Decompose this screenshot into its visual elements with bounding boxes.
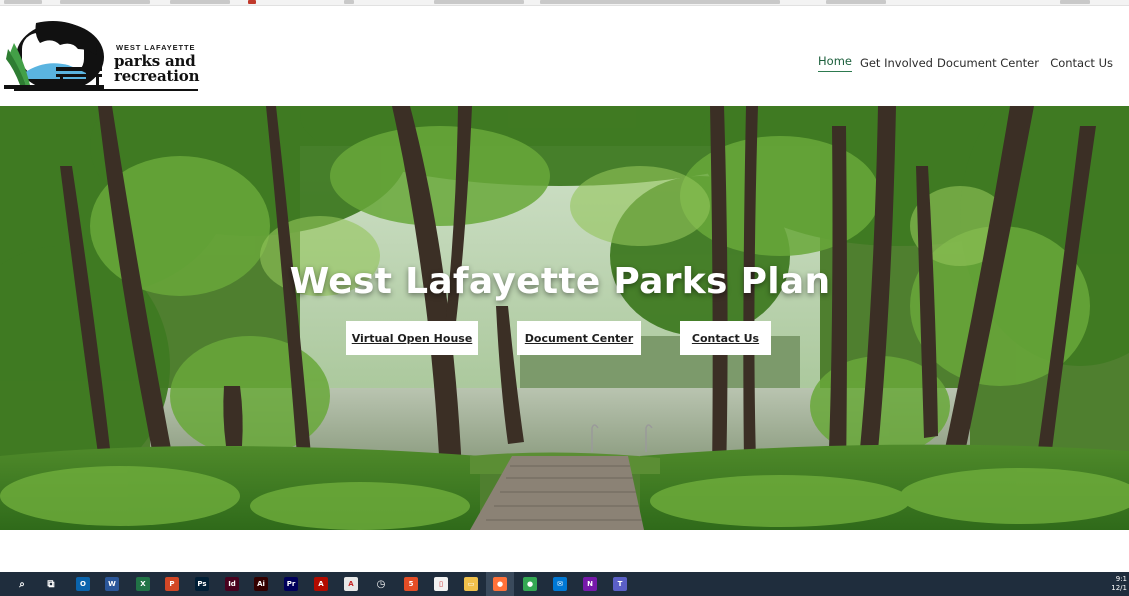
windows-taskbar: ⌕ ⧉ O W X P Ps Id Ai Pr A A ◷ 5 ▯ ▭ ● ● ✉ N T 9:1 12/1 [0,572,1129,596]
tab-strip-mark [540,0,780,4]
logo-text-line-2: recreation [114,67,200,85]
powerpoint-icon[interactable]: P [165,577,179,591]
file-explorer-icon[interactable]: ▭ [464,577,478,591]
acrobat-reader-icon[interactable]: A [344,577,358,591]
tab-strip-mark [826,0,886,4]
nav-item-contact-us[interactable]: Contact Us [1050,56,1113,70]
excel-icon[interactable]: X [136,577,150,591]
search-icon[interactable]: ⌕ [15,577,29,591]
taskbar-clock[interactable]: 9:1 12/1 [1111,575,1127,593]
logo-underline [14,89,198,91]
notepad-icon[interactable]: ▯ [434,577,448,591]
illustrator-icon[interactable]: Ai [254,577,268,591]
tab-strip-mark [60,0,150,4]
tab-strip-mark [344,0,354,4]
tab-strip-mark [170,0,230,4]
chrome-icon[interactable]: ● [523,577,537,591]
nav-item-get-involved[interactable]: Get Involved [860,56,933,70]
logo-tree-bench-icon [4,21,104,91]
mail-icon[interactable]: ✉ [553,577,567,591]
hero-banner: West Lafayette Parks Plan Virtual Open H… [0,106,1129,530]
site-header: WEST LAFAYETTE parks and recreation Home… [0,6,1129,106]
word-icon[interactable]: W [105,577,119,591]
tab-strip-mark [4,0,42,4]
logo-text-small: WEST LAFAYETTE [116,43,196,52]
nav-item-home[interactable]: Home [818,54,852,72]
outlook-icon[interactable]: O [76,577,90,591]
tab-strip-mark [1060,0,1090,4]
site-logo[interactable]: WEST LAFAYETTE parks and recreation [4,19,200,93]
indesign-icon[interactable]: Id [225,577,239,591]
tab-strip-mark [248,0,256,4]
stopwatch-icon[interactable]: ◷ [374,577,388,591]
clock-time: 9:1 [1115,575,1127,583]
tab-strip-mark [434,0,524,4]
premiere-icon[interactable]: Pr [284,577,298,591]
document-center-button[interactable]: Document Center [517,321,641,355]
firefox-icon[interactable]: ● [493,577,507,591]
hero-title: West Lafayette Parks Plan [289,261,831,302]
virtual-open-house-button[interactable]: Virtual Open House [346,321,478,355]
nav-item-document-center[interactable]: Document Center [937,56,1039,70]
contact-us-button[interactable]: Contact Us [680,321,771,355]
task-view-icon[interactable]: ⧉ [44,577,58,591]
photoshop-icon[interactable]: Ps [195,577,209,591]
onenote-icon[interactable]: N [583,577,597,591]
hero-forest-image [0,106,1129,530]
acrobat-icon[interactable]: A [314,577,328,591]
clock-date: 12/1 [1111,584,1127,592]
html-icon[interactable]: 5 [404,577,418,591]
teams-icon[interactable]: T [613,577,627,591]
